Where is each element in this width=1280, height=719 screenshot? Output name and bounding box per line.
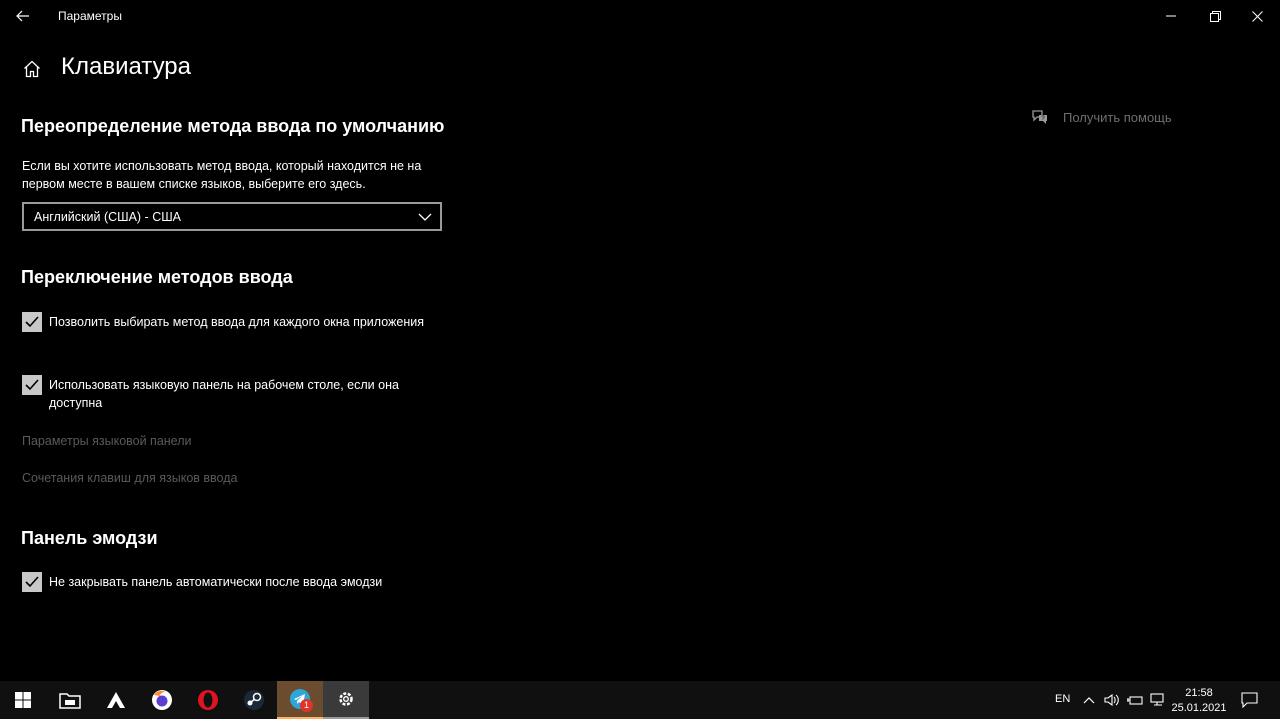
back-arrow-icon [16, 10, 29, 22]
emoji-panel-checkbox[interactable] [22, 572, 42, 592]
checkmark-icon [25, 316, 39, 328]
minimize-icon [1166, 15, 1176, 17]
help-chat-icon: ? [1032, 110, 1047, 124]
input-method-dropdown[interactable]: Английский (США) - США [22, 202, 442, 231]
switching-heading: Переключение методов ввода [21, 267, 293, 287]
opera-icon [198, 690, 218, 710]
notification-badge: 1 [300, 699, 313, 712]
input-hotkeys-link[interactable]: Сочетания клавиш для языков ввода [22, 471, 237, 485]
chevron-down-icon [418, 213, 432, 221]
language-bar-label: Использовать языковую панель на рабочем … [49, 378, 399, 410]
home-button[interactable] [20, 57, 44, 81]
restore-icon [1209, 10, 1221, 22]
minimize-button[interactable] [1148, 0, 1194, 32]
firefox-icon [152, 690, 172, 710]
emoji-heading: Панель эмодзи [21, 528, 158, 548]
volume-icon[interactable] [1104, 693, 1120, 707]
taskbar-clock[interactable]: 21:58 25.01.2021 [1166, 686, 1232, 716]
close-button[interactable] [1234, 0, 1280, 32]
get-help-label: Получить помощь [1063, 109, 1172, 125]
taskbar-telegram[interactable]: 1 [277, 681, 323, 719]
network-icon[interactable] [1150, 693, 1166, 707]
taskbar-arc[interactable] [93, 681, 139, 719]
per-app-input-checkbox[interactable] [22, 312, 42, 332]
per-app-input-label: Позволить выбирать метод ввода для каждо… [49, 315, 424, 329]
back-button[interactable] [8, 0, 38, 32]
file-explorer-icon [59, 693, 81, 709]
start-button[interactable] [0, 681, 46, 719]
language-bar-options-link[interactable]: Параметры языковой панели [22, 434, 192, 448]
input-method-selected: Английский (США) - США [34, 210, 182, 224]
emoji-panel-label: Не закрывать панель автоматически после … [49, 575, 383, 589]
start-icon [15, 692, 31, 708]
battery-plug-icon[interactable] [1127, 693, 1143, 707]
maximize-button[interactable] [1192, 0, 1238, 32]
language-bar-checkbox[interactable] [22, 375, 42, 395]
taskbar-file-explorer[interactable] [47, 681, 93, 719]
checkmark-icon [25, 379, 39, 391]
get-help-link[interactable]: ? Получить помощь [1031, 109, 1172, 125]
steam-icon [244, 690, 264, 710]
clock-time: 21:58 [1185, 687, 1213, 699]
override-heading: Переопределение метода ввода по умолчани… [21, 116, 445, 136]
override-description: Если вы хотите использовать метод ввода,… [22, 159, 422, 191]
taskbar-firefox[interactable] [139, 681, 185, 719]
clock-date: 25.01.2021 [1171, 702, 1227, 714]
action-center-icon[interactable] [1241, 692, 1258, 708]
close-icon [1251, 10, 1263, 22]
window-title: Параметры [58, 9, 122, 23]
settings-icon [339, 692, 353, 706]
taskbar-settings[interactable] [323, 681, 369, 719]
input-language-indicator[interactable]: EN [1055, 693, 1070, 705]
title-bar: Параметры [0, 0, 1280, 32]
taskbar: 1 EN 21:58 25.01.2021 [0, 681, 1280, 719]
chevron-up-icon[interactable] [1083, 695, 1095, 705]
arc-icon [107, 692, 125, 708]
home-icon [24, 60, 40, 78]
checkmark-icon [25, 576, 39, 588]
page-title: Клавиатура [61, 53, 191, 80]
taskbar-opera[interactable] [185, 681, 231, 719]
taskbar-steam[interactable] [231, 681, 277, 719]
